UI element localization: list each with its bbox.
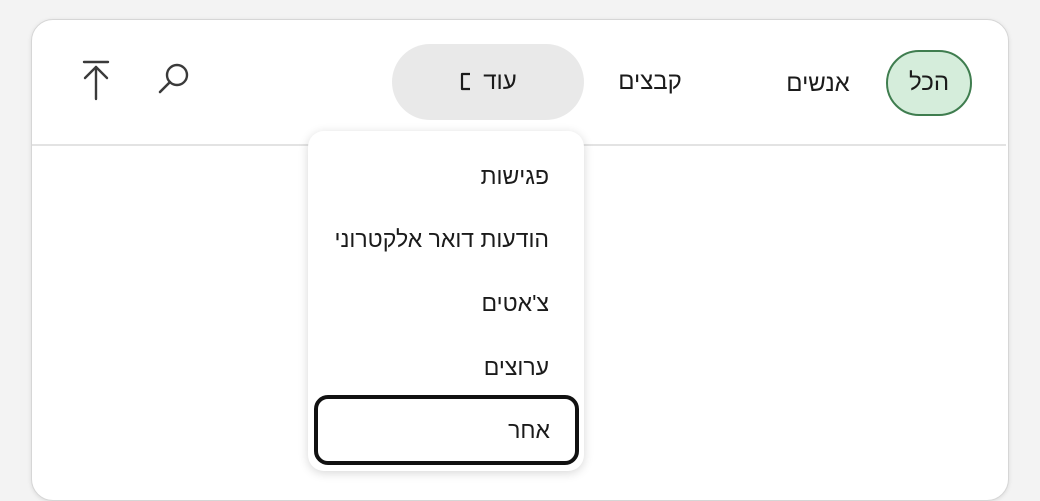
- more-filters-menu: פגישות הודעות דואר אלקטרוני צ'אטים ערוצי…: [308, 131, 584, 471]
- more-filters-button[interactable]: עוד: [392, 44, 584, 120]
- chevron-down-icon: [459, 71, 473, 93]
- menu-item-chats[interactable]: צ'אטים: [308, 272, 584, 334]
- search-icon: [154, 60, 194, 105]
- filter-files-tab[interactable]: קבצים: [605, 53, 695, 111]
- more-filters-label: עוד: [483, 68, 517, 95]
- menu-item-meetings[interactable]: פגישות: [308, 145, 584, 207]
- filter-people-label: אנשים: [786, 70, 850, 97]
- search-button[interactable]: [148, 56, 200, 108]
- menu-item-channels[interactable]: ערוצים: [308, 336, 584, 398]
- filter-people-tab[interactable]: אנשים: [758, 55, 878, 113]
- arrow-up-to-top-icon: [76, 58, 116, 107]
- menu-item-label: פגישות: [480, 162, 549, 189]
- menu-item-other[interactable]: אחר: [314, 395, 579, 465]
- menu-item-label: ערוצים: [483, 353, 549, 380]
- menu-item-label: אחר: [508, 416, 550, 443]
- filter-files-label: קבצים: [618, 68, 682, 95]
- filter-all-button[interactable]: הכל: [886, 50, 972, 116]
- scroll-to-top-button[interactable]: [70, 56, 122, 108]
- menu-item-label: צ'אטים: [481, 289, 550, 316]
- filter-all-label: הכל: [908, 69, 950, 96]
- menu-item-emails[interactable]: הודעות דואר אלקטרוני: [308, 208, 584, 270]
- menu-item-label: הודעות דואר אלקטרוני: [334, 225, 550, 252]
